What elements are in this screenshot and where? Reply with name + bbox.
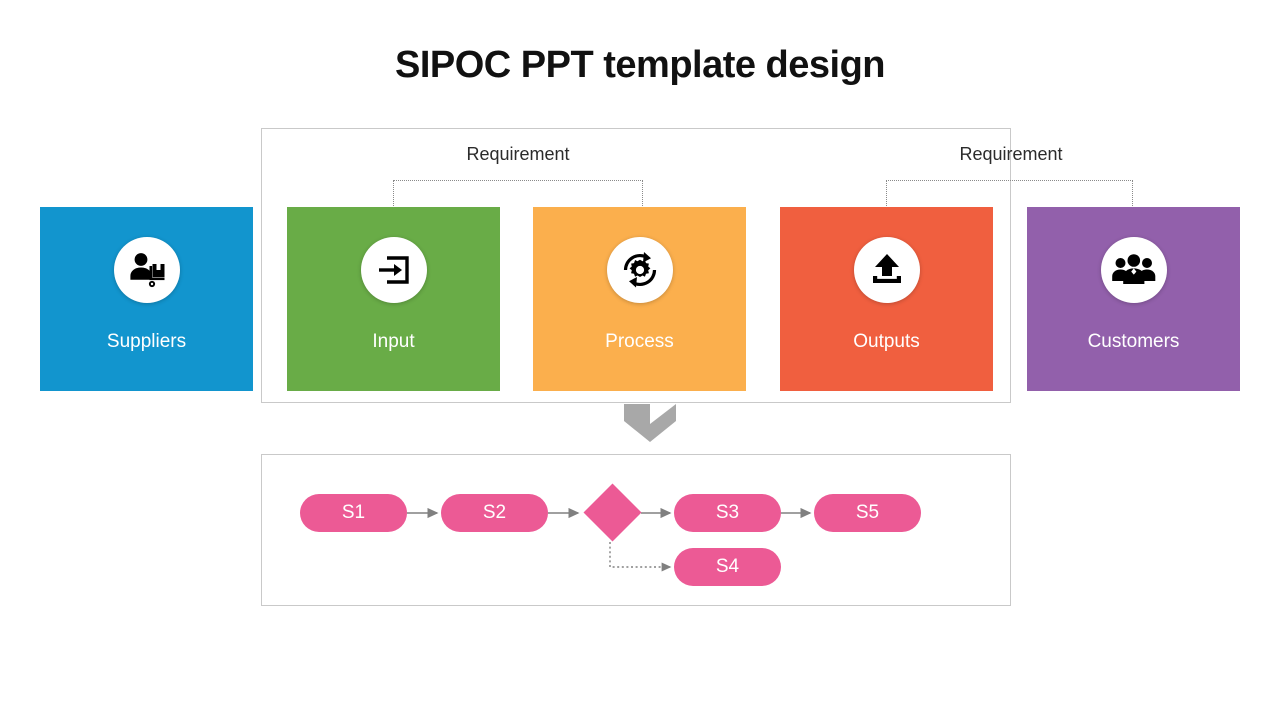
flow-node-label: S3 (715, 502, 740, 523)
sipoc-box-process[interactable]: Process (533, 207, 746, 391)
diamond-shape (583, 483, 641, 542)
requirement-label-outputs-customers: Requirement (959, 144, 1063, 164)
down-chevron-icon (624, 404, 676, 442)
flow-node-label: S1 (341, 502, 366, 523)
flow-node-decision-diamond[interactable] (583, 483, 641, 542)
sipoc-box-outputs[interactable]: Outputs (780, 207, 993, 391)
sipoc-box-label: Suppliers (106, 331, 187, 352)
gear-cycle-icon (606, 237, 673, 303)
requirement-bracket-outputs-customers (886, 180, 1133, 208)
flow-node-s4[interactable]: S4 (674, 548, 781, 586)
sipoc-box-label: Outputs (853, 331, 920, 352)
flow-node-label: S5 (855, 502, 880, 523)
sipoc-box-label: Input (372, 331, 415, 352)
flow-node-label: S4 (715, 556, 740, 577)
sipoc-box-input[interactable]: Input (287, 207, 500, 391)
requirement-bracket-input-process (393, 180, 643, 208)
sipoc-box-customers[interactable]: Customers (1027, 207, 1240, 391)
page-title: SIPOC PPT template design (394, 44, 886, 86)
arrow-into-box-icon (360, 237, 427, 303)
supplier-person-package-icon (113, 237, 180, 303)
sipoc-box-suppliers[interactable]: Suppliers (40, 207, 253, 391)
flow-node-s3[interactable]: S3 (674, 494, 781, 532)
flow-node-s5[interactable]: S5 (814, 494, 921, 532)
flow-node-s1[interactable]: S1 (300, 494, 407, 532)
sipoc-box-label: Process (605, 331, 674, 352)
flow-node-label: S2 (482, 502, 507, 523)
flow-node-s2[interactable]: S2 (441, 494, 548, 532)
people-group-icon (1100, 237, 1167, 303)
requirement-label-input-process: Requirement (466, 144, 570, 164)
upload-tray-icon (853, 237, 920, 303)
sipoc-box-label: Customers (1087, 331, 1180, 352)
